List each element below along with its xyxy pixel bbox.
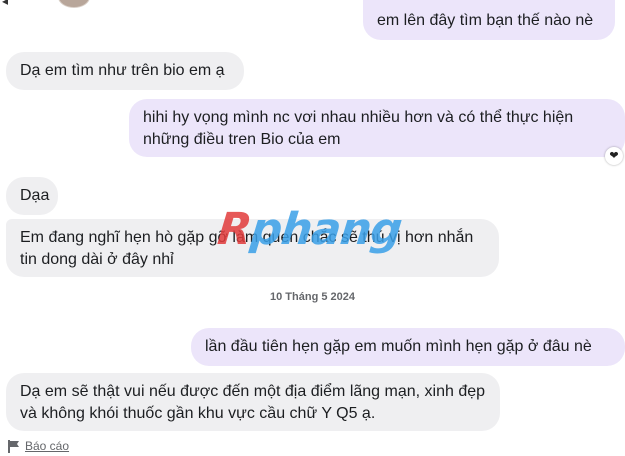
message-text: Dạ em sẽ thật vui nếu được đến một địa đ… [20, 383, 486, 422]
watermark-logo: Rphang [215, 204, 404, 255]
message-text: Dạa [20, 187, 50, 204]
message-text: hihi hy vọng mình nc vơi nhau nhiều hơn … [143, 109, 574, 148]
message-text: Dạ em tìm như trên bio em ạ [20, 62, 225, 79]
watermark-part2: phang [248, 204, 404, 255]
report-label: Báo cáo [25, 439, 70, 453]
report-link[interactable]: Báo cáo [8, 439, 69, 453]
message-bubble-outgoing[interactable]: hihi hy vọng mình nc vơi nhau nhiều hơn … [129, 99, 625, 157]
back-arrow-icon[interactable]: ◂ [2, 0, 8, 8]
date-separator: 10 Tháng 5 2024 [270, 291, 355, 303]
message-bubble-outgoing[interactable]: lần đầu tiên hẹn gặp em muốn mình hẹn gặ… [191, 328, 625, 366]
message-bubble-incoming[interactable]: Dạ em sẽ thật vui nếu được đến một địa đ… [6, 373, 500, 431]
message-bubble-outgoing[interactable]: em lên đây tìm bạn thế nào nè [363, 0, 615, 40]
message-text: em lên đây tìm bạn thế nào nè [377, 12, 594, 29]
message-bubble-incoming[interactable]: Dạa [6, 177, 58, 215]
flag-icon [8, 439, 19, 453]
avatar[interactable] [58, 0, 90, 8]
reaction-symbol: ❤ [609, 150, 619, 162]
message-text: lần đầu tiên hẹn gặp em muốn mình hẹn gặ… [205, 338, 592, 355]
watermark-part1: R [215, 204, 254, 255]
heart-icon[interactable]: ❤ [605, 147, 623, 165]
message-bubble-incoming[interactable]: Dạ em tìm như trên bio em ạ [6, 52, 244, 90]
